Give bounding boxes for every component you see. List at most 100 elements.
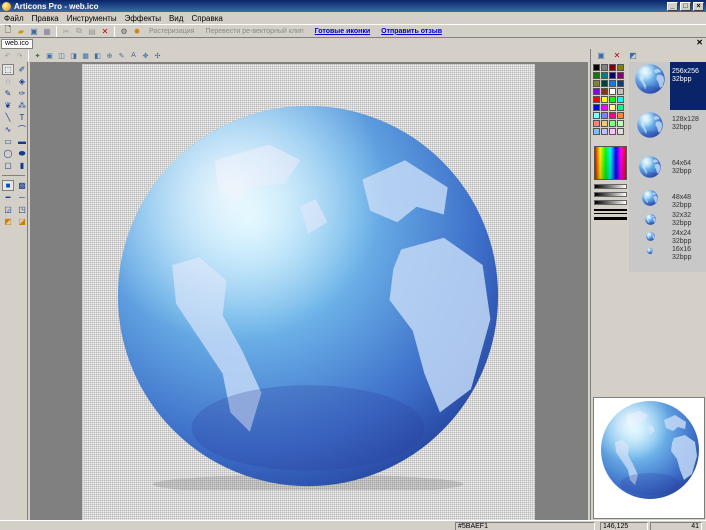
- color-spectrum[interactable]: [594, 146, 627, 180]
- select-rect-icon[interactable]: ⬚: [2, 64, 14, 75]
- layer-stack-icon[interactable]: ◲: [2, 204, 14, 215]
- close-button[interactable]: ×: [693, 1, 704, 11]
- undo-icon[interactable]: ↶: [2, 51, 13, 61]
- dither-icon[interactable]: ▩: [16, 180, 28, 191]
- menu-view[interactable]: Вид: [165, 14, 187, 23]
- new-image-icon[interactable]: ▣: [28, 26, 40, 37]
- lasso-icon[interactable]: ◌: [2, 76, 14, 87]
- palette-swatch[interactable]: [593, 104, 600, 111]
- palette-swatch[interactable]: [593, 80, 600, 87]
- palette-swatch[interactable]: [609, 80, 616, 87]
- palette-swatch[interactable]: [593, 120, 600, 127]
- fill-mode-icon[interactable]: ■: [2, 180, 14, 191]
- copy-icon[interactable]: ⧉: [73, 26, 85, 37]
- layer-blend-icon[interactable]: ◳: [16, 204, 28, 215]
- menu-effects[interactable]: Эффекты: [121, 14, 165, 23]
- rectangle-icon[interactable]: ▭: [2, 136, 14, 147]
- menu-tools[interactable]: Инструменты: [63, 14, 121, 23]
- gray-gradient[interactable]: [594, 200, 627, 205]
- palette-swatch[interactable]: [609, 128, 616, 135]
- delete-icon[interactable]: ✕: [99, 26, 111, 37]
- redo-icon[interactable]: ↷: [14, 51, 25, 61]
- filled-ellipse-icon[interactable]: ⬬: [16, 148, 28, 159]
- palette-swatch[interactable]: [601, 88, 608, 95]
- palette-swatch[interactable]: [593, 64, 600, 71]
- palette-swatch[interactable]: [593, 96, 600, 103]
- brush-icon[interactable]: ❦: [2, 100, 14, 111]
- palette-swatch[interactable]: [609, 64, 616, 71]
- grid-icon[interactable]: ▦: [80, 51, 91, 61]
- palette-swatch[interactable]: [601, 104, 608, 111]
- palette-swatch[interactable]: [617, 112, 624, 119]
- window-icon[interactable]: ◧: [92, 51, 103, 61]
- add-format-icon[interactable]: ▣: [595, 50, 607, 61]
- palette-swatch[interactable]: [609, 120, 616, 127]
- palette-swatch[interactable]: [593, 72, 600, 79]
- text-icon[interactable]: T: [16, 112, 28, 123]
- line-width-icon[interactable]: ━: [2, 192, 14, 203]
- new-file-icon[interactable]: 🗋: [2, 25, 14, 37]
- palette-swatch[interactable]: [609, 88, 616, 95]
- magic-wand-icon[interactable]: ✐: [16, 64, 28, 75]
- minimize-button[interactable]: _: [667, 1, 678, 11]
- star-icon[interactable]: ✦: [32, 51, 43, 61]
- palette-swatch[interactable]: [601, 80, 608, 87]
- palette-swatch[interactable]: [601, 96, 608, 103]
- palette-swatch[interactable]: [609, 96, 616, 103]
- arc-icon[interactable]: ⌒: [16, 124, 28, 135]
- frame-icon[interactable]: ◨: [68, 51, 79, 61]
- palette-swatch[interactable]: [593, 112, 600, 119]
- line-width-thin-icon[interactable]: ─: [16, 192, 28, 203]
- eyedropper-icon[interactable]: ✑: [16, 88, 28, 99]
- colors-reset-icon[interactable]: ◪: [16, 216, 28, 227]
- delete-format-icon[interactable]: ✕: [611, 50, 623, 61]
- image-icon[interactable]: ▣: [44, 51, 55, 61]
- filled-rounded-rect-icon[interactable]: ▮: [16, 160, 28, 171]
- palette-swatch[interactable]: [601, 64, 608, 71]
- cut-icon[interactable]: ✂: [60, 26, 72, 37]
- format-settings-icon[interactable]: ◩: [627, 50, 639, 61]
- feedback-link[interactable]: Отправить отзыв: [376, 28, 447, 35]
- layers-icon[interactable]: ◫: [56, 51, 67, 61]
- image-canvas[interactable]: [82, 64, 535, 520]
- transform-icon[interactable]: ✣: [152, 51, 163, 61]
- palette-swatch[interactable]: [601, 120, 608, 127]
- palette-swatch[interactable]: [617, 96, 624, 103]
- colors-swap-icon[interactable]: ◩: [2, 216, 14, 227]
- spray-icon[interactable]: ⁂: [16, 100, 28, 111]
- palette-swatch[interactable]: [593, 88, 600, 95]
- palette-swatch[interactable]: [617, 80, 624, 87]
- palette-swatch[interactable]: [617, 120, 624, 127]
- palette-swatch[interactable]: [609, 112, 616, 119]
- palette-swatch[interactable]: [601, 128, 608, 135]
- convert-button[interactable]: Перевести ре-векторный клип: [200, 28, 308, 35]
- menu-help[interactable]: Справка: [187, 14, 226, 23]
- rounded-rect-icon[interactable]: ▢: [2, 160, 14, 171]
- palette-swatch[interactable]: [601, 112, 608, 119]
- menu-edit[interactable]: Правка: [28, 14, 63, 23]
- menu-file[interactable]: Файл: [0, 14, 28, 23]
- curve-icon[interactable]: ∿: [2, 124, 14, 135]
- palette-swatch[interactable]: [617, 88, 624, 95]
- palette-swatch[interactable]: [593, 128, 600, 135]
- palette-swatch[interactable]: [617, 72, 624, 79]
- save-icon[interactable]: ▦: [41, 26, 53, 37]
- palette-swatch[interactable]: [617, 64, 624, 71]
- settings-icon[interactable]: ⚙: [118, 26, 130, 37]
- maximize-button[interactable]: □: [680, 1, 691, 11]
- filled-rectangle-icon[interactable]: ▬: [16, 136, 28, 147]
- open-folder-icon[interactable]: ▰: [15, 26, 27, 37]
- pen-icon[interactable]: ✎: [116, 51, 127, 61]
- text-tool-icon[interactable]: A: [128, 51, 139, 61]
- move-icon[interactable]: ✥: [140, 51, 151, 61]
- rasterize-button[interactable]: Растеризация: [144, 28, 199, 35]
- gray-gradient[interactable]: [594, 184, 627, 189]
- ellipse-icon[interactable]: ◯: [2, 148, 14, 159]
- palette-swatch[interactable]: [617, 128, 624, 135]
- zoom-in-icon[interactable]: ⊕: [104, 51, 115, 61]
- palette-swatch[interactable]: [609, 72, 616, 79]
- effects-icon[interactable]: ✸: [131, 26, 143, 37]
- palette-swatch[interactable]: [601, 72, 608, 79]
- line-icon[interactable]: ╲: [2, 112, 14, 123]
- pencil-icon[interactable]: ✎: [2, 88, 14, 99]
